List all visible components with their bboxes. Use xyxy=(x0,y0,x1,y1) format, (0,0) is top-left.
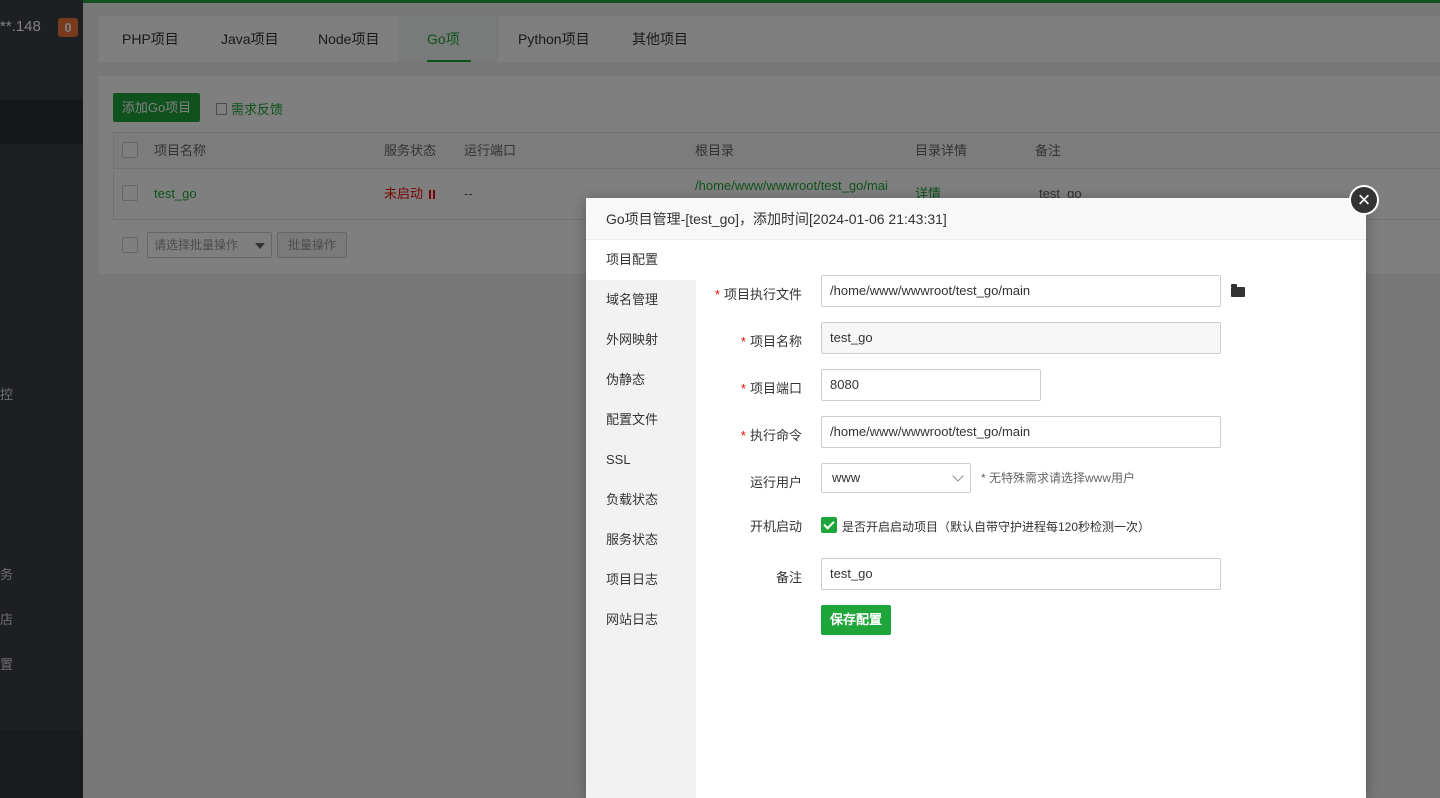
modal-title: Go项目管理-[test_go]，添加时间[2024-01-06 21:43:3… xyxy=(586,198,1366,240)
save-config-button[interactable]: 保存配置 xyxy=(821,605,891,635)
nav-external-mapping[interactable]: 外网映射 xyxy=(586,320,696,360)
nav-service-status[interactable]: 服务状态 xyxy=(586,520,696,560)
nav-ssl[interactable]: SSL xyxy=(586,440,696,480)
remark-input[interactable]: test_go xyxy=(821,558,1221,590)
nav-rewrite[interactable]: 伪静态 xyxy=(586,360,696,400)
nav-load-status[interactable]: 负载状态 xyxy=(586,480,696,520)
project-port-input[interactable]: 8080 xyxy=(821,369,1041,401)
boot-start-checkbox[interactable] xyxy=(821,517,837,533)
nav-site-log[interactable]: 网站日志 xyxy=(586,600,696,640)
run-user-value: www xyxy=(832,470,861,485)
chevron-down-icon xyxy=(952,470,964,482)
nav-project-config[interactable]: 项目配置 xyxy=(586,240,696,280)
remark-label: 备注 xyxy=(775,570,802,585)
exec-command-input[interactable]: /home/www/wwwroot/test_go/main xyxy=(821,416,1221,448)
modal-nav: 项目配置 域名管理 外网映射 伪静态 配置文件 SSL 负载状态 服务状态 项目… xyxy=(586,240,696,798)
nav-config-file[interactable]: 配置文件 xyxy=(586,400,696,440)
boot-start-label: 开机启动 xyxy=(749,519,802,534)
run-user-label: 运行用户 xyxy=(749,475,802,490)
go-project-modal: Go项目管理-[test_go]，添加时间[2024-01-06 21:43:3… xyxy=(586,198,1366,798)
close-icon[interactable]: × xyxy=(1349,185,1379,215)
nav-domain-manage[interactable]: 域名管理 xyxy=(586,280,696,320)
run-user-hint: * 无特殊需求请选择www用户 xyxy=(981,471,1136,485)
folder-open-icon[interactable] xyxy=(1231,284,1245,297)
project-name-input[interactable]: test_go xyxy=(821,322,1221,354)
exec-file-input[interactable]: /home/www/wwwroot/test_go/main xyxy=(821,275,1221,307)
exec-file-label: * 项目执行文件 xyxy=(714,287,802,302)
project-name-label: * 项目名称 xyxy=(740,334,802,349)
exec-command-label: * 执行命令 xyxy=(740,428,802,443)
nav-project-log[interactable]: 项目日志 xyxy=(586,560,696,600)
boot-start-text: 是否开启启动项目（默认自带守护进程每120秒检测一次） xyxy=(842,520,1151,534)
run-user-select[interactable]: www xyxy=(821,463,971,493)
project-port-label: * 项目端口 xyxy=(740,381,802,396)
